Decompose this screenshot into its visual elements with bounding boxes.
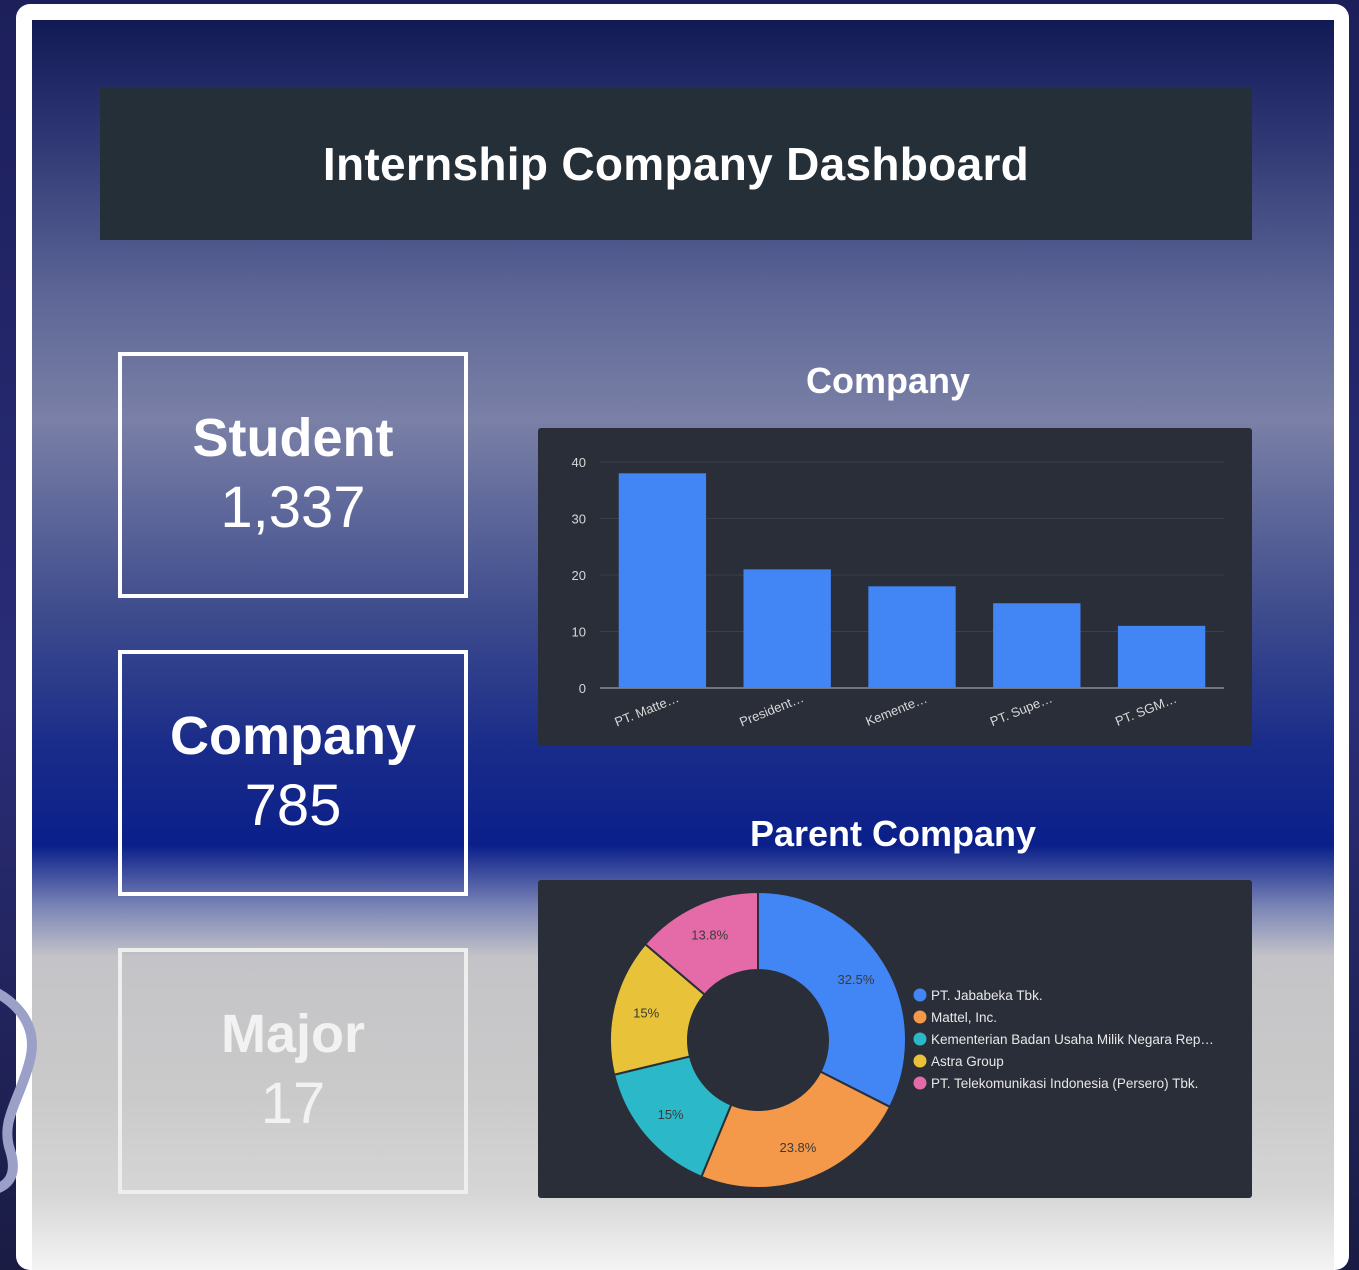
parent-company-donut-panel: 32.5% 23.8% 15% 15% 13.8% PT. Jababeka Tbk. Ma… [538,880,1252,1198]
legend-swatch [913,1054,927,1068]
bar [1117,625,1206,688]
bar [618,473,707,688]
kpi-value: 17 [260,1071,326,1137]
legend-label: Astra Group [931,1054,1004,1069]
parent-company-donut-chart: 32.5% 23.8% 15% 15% 13.8% PT. Jababeka Tbk. Ma… [609,890,1214,1189]
x-tick-label: Kemente… [863,691,929,729]
legend-label: PT. Telekomunikasi Indonesia (Persero) T… [931,1076,1198,1091]
x-tick-label: PT. SGM… [1113,691,1179,729]
header-bar: Internship Company Dashboard [100,88,1252,240]
decorative-outline [0,989,37,1193]
legend-swatch [913,1010,927,1024]
bar [993,603,1081,688]
kpi-value: 1,337 [220,475,366,541]
y-tick-label: 10 [572,625,586,640]
slice-value-label: 32.5% [838,972,875,987]
kpi-company-card: Company 785 [118,650,468,896]
kpi-student-card: Student 1,337 [118,352,468,598]
slice-value-label: 15% [658,1107,684,1122]
slice-value-label: 23.8% [779,1140,816,1155]
kpi-major-card: Major 17 [118,948,468,1194]
y-tick-label: 40 [572,455,586,470]
parent-company-chart-title: Parent Company [749,813,1037,854]
y-tick-label: 30 [572,512,586,527]
x-tick-label: President… [737,690,806,729]
donut-slice [757,890,907,1109]
bar [743,569,831,688]
x-tick-label: PT. Supe… [988,691,1055,730]
x-tick-label: PT. Matte… [612,690,681,729]
company-chart-title: Company [805,360,971,401]
legend-swatch [913,1076,927,1090]
y-tick-label: 0 [579,681,586,696]
y-tick-label: 20 [572,568,586,583]
company-bar-chart: 0 10 20 30 40 PT. Matte… President… Kemente… PT.… [572,455,1224,730]
kpi-label: Company [169,706,417,767]
legend-swatch [913,1032,927,1046]
legend-label: Mattel, Inc. [931,1010,997,1025]
kpi-label: Student [192,408,394,469]
slice-value-label: 15% [633,1005,659,1020]
legend-label: PT. Jababeka Tbk. [931,988,1043,1003]
bar [868,586,956,688]
slice-value-label: 13.8% [691,928,728,943]
page-title: Internship Company Dashboard [322,138,1030,190]
company-bar-chart-panel: 0 10 20 30 40 PT. Matte… President… Kemente… PT.… [538,428,1252,746]
kpi-value: 785 [244,773,342,839]
kpi-label: Major [220,1004,366,1065]
legend-swatch [913,988,927,1002]
legend-label: Kementerian Badan Usaha Milik Negara Rep… [931,1032,1214,1047]
